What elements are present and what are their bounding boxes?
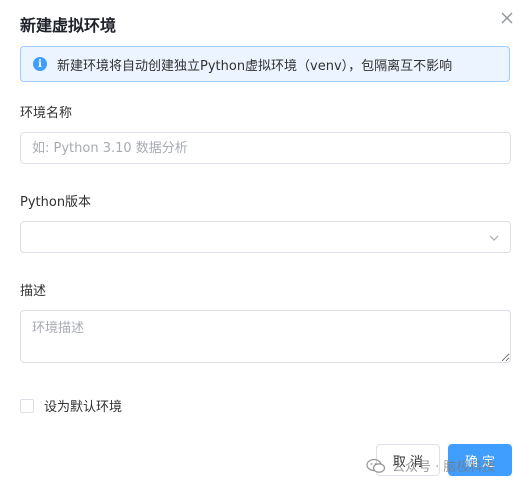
alert-text: 新建环境将自动创建独立Python虚拟环境（venv），包隔离互不影响 [57, 58, 453, 74]
cancel-button[interactable]: 取 消 [376, 444, 440, 476]
chevron-down-icon [489, 235, 499, 241]
new-env-dialog: 新建虚拟环境 i 新建环境将自动创建独立Python虚拟环境（venv），包隔离… [0, 0, 529, 487]
dialog-title: 新建虚拟环境 [20, 16, 117, 35]
info-alert: i 新建环境将自动创建独立Python虚拟环境（venv），包隔离互不影响 [20, 46, 510, 82]
info-icon: i [33, 57, 47, 71]
checkbox-box[interactable] [20, 398, 34, 413]
close-icon[interactable] [499, 10, 515, 26]
default-env-label: 设为默认环境 [44, 400, 123, 415]
default-env-checkbox[interactable]: 设为默认环境 [20, 396, 122, 415]
confirm-button[interactable]: 确 定 [448, 444, 512, 476]
env-name-label: 环境名称 [20, 106, 73, 121]
env-name-input[interactable] [20, 132, 511, 164]
description-textarea[interactable] [20, 310, 511, 363]
python-version-label: Python版本 [20, 195, 92, 210]
description-label: 描述 [20, 284, 47, 299]
python-version-select[interactable] [20, 221, 511, 253]
